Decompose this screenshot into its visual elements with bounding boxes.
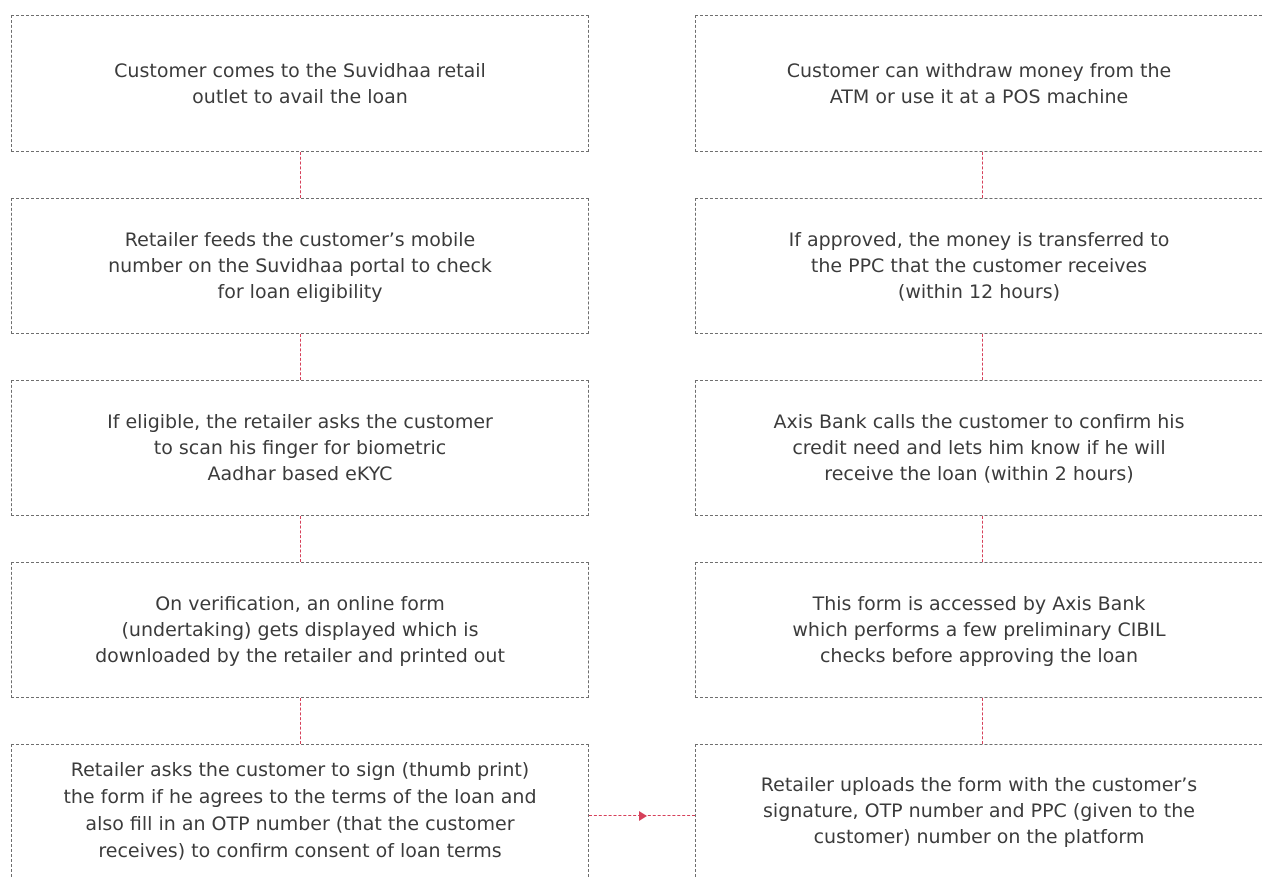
step-6-text: Retailer uploads the form with the custo… (760, 774, 1198, 848)
step-10-box: Customer can withdraw money from the ATM… (695, 15, 1262, 152)
step-2-text: Retailer feeds the customer’s mobile num… (108, 229, 492, 303)
step-10-text: Customer can withdraw money from the ATM… (786, 59, 1172, 108)
connector-1-2 (300, 152, 301, 198)
connector-7-8 (982, 516, 983, 562)
connector-6-7 (982, 698, 983, 744)
step-9-text: If approved, the money is transferred to… (788, 229, 1170, 303)
step-8-text: Axis Bank calls the customer to confirm … (773, 411, 1185, 485)
arrow-right-icon (639, 811, 647, 821)
connector-3-4 (300, 516, 301, 562)
step-3-text: If eligible, the retailer asks the custo… (107, 411, 493, 485)
step-4-text: On verification, an online form (underta… (95, 593, 505, 667)
step-7-text: This form is accessed by Axis Bank which… (792, 593, 1166, 667)
step-5-box: Retailer asks the customer to sign (thum… (11, 744, 589, 877)
step-7-box: This form is accessed by Axis Bank which… (695, 562, 1262, 698)
step-1-box: Customer comes to the Suvidhaa retail ou… (11, 15, 589, 152)
step-2-box: Retailer feeds the customer’s mobile num… (11, 198, 589, 334)
connector-4-5 (300, 698, 301, 744)
connector-2-3 (300, 334, 301, 380)
step-1-text: Customer comes to the Suvidhaa retail ou… (114, 59, 486, 108)
connector-8-9 (982, 334, 983, 380)
connector-9-10 (982, 152, 983, 198)
step-4-box: On verification, an online form (underta… (11, 562, 589, 698)
step-5-text: Retailer asks the customer to sign (thum… (63, 759, 537, 862)
step-6-box: Retailer uploads the form with the custo… (695, 744, 1262, 877)
step-8-box: Axis Bank calls the customer to confirm … (695, 380, 1262, 516)
step-3-box: If eligible, the retailer asks the custo… (11, 380, 589, 516)
step-9-box: If approved, the money is transferred to… (695, 198, 1262, 334)
